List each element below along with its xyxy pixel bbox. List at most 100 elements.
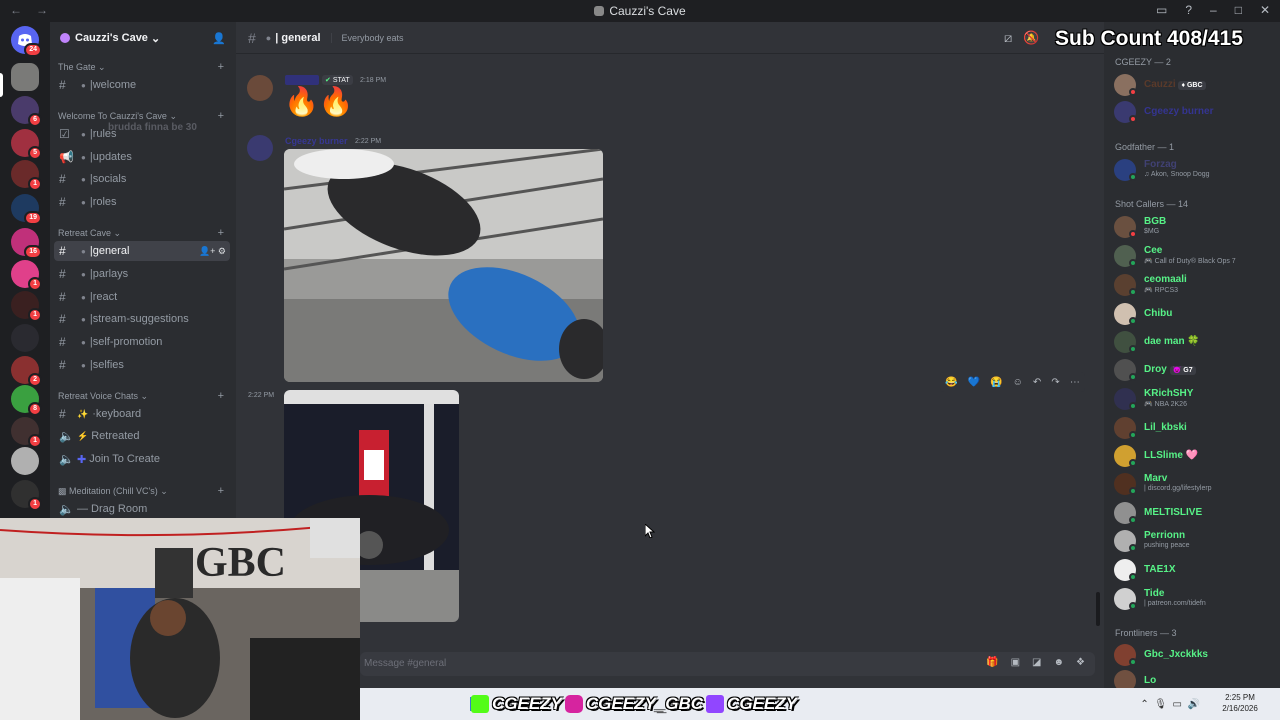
category-meditation[interactable]: ▩ Meditation (Chill VC's) ⌄ + — [58, 485, 228, 497]
server-icon-14[interactable]: 1 — [11, 480, 42, 511]
add-channel-icon[interactable]: + — [218, 485, 224, 497]
channel-roles[interactable]: # ● | roles — [54, 192, 230, 212]
add-reaction-icon[interactable]: ☺ — [1013, 377, 1023, 388]
apps-icon[interactable]: ❖ — [1076, 657, 1085, 668]
reaction-sob[interactable]: 😭 — [990, 377, 1002, 388]
server-icon-12[interactable]: 1 — [11, 417, 42, 448]
server-icon-11[interactable]: 8 — [11, 385, 42, 416]
member-lo[interactable]: Lo — [1114, 668, 1274, 688]
add-channel-icon[interactable]: + — [218, 110, 224, 122]
server-icon-5[interactable]: 19 — [11, 194, 42, 225]
channel-updates[interactable]: 📢 ● | updates — [54, 147, 230, 167]
server-icon-3[interactable]: 5 — [11, 129, 42, 160]
member-perrionn[interactable]: Perrionn pushing peace — [1114, 528, 1274, 554]
social-handles-overlay: CGEEZY CGEEZY_GBC CGEEZY — [468, 692, 797, 716]
member-dae-man[interactable]: dae man 🍀 — [1114, 329, 1274, 355]
microphone-icon[interactable]: 🎙 — [1154, 699, 1167, 710]
channel-drag-room[interactable]: 🔈 — Drag Room — [54, 499, 230, 519]
category-welcome[interactable]: Welcome To Cauzzi's Cave ⌄ + — [58, 110, 228, 122]
server-header[interactable]: Cauzzi's Cave ⌄ 👤 — [50, 22, 236, 54]
member-cee[interactable]: Cee 🎮 Call of Duty® Black Ops 7 — [1114, 243, 1274, 269]
more-icon[interactable]: ⋯ — [1070, 377, 1080, 388]
maximize-button[interactable]: □ — [1235, 3, 1242, 17]
minimize-button[interactable]: – — [1210, 3, 1217, 17]
channel-parlays[interactable]: # ● | parlays — [54, 264, 230, 284]
close-button[interactable]: ✕ — [1260, 3, 1270, 17]
member-krichshy[interactable]: KRichSHY 🎮 NBA 2K26 — [1114, 386, 1274, 412]
gift-icon[interactable]: 🎁 — [986, 657, 998, 668]
channel-welcome[interactable]: # ● | welcome — [54, 75, 230, 95]
member-name: Cauzzi ♦ GBC — [1144, 79, 1206, 90]
server-icon-4[interactable]: 1 — [11, 160, 42, 191]
car-photo-garage[interactable] — [284, 149, 603, 382]
member-cgeezy-burner[interactable]: Cgeezy burner — [1114, 99, 1274, 125]
reply-icon[interactable]: ↶ — [1033, 377, 1041, 388]
clock[interactable]: 2:25 PM 2/16/2026 — [1210, 692, 1270, 714]
server-icon-13[interactable] — [11, 447, 39, 475]
member-llslime[interactable]: LLSlime 🩷 — [1114, 443, 1274, 469]
member-meltislive[interactable]: MELTISLIVE — [1114, 500, 1274, 526]
add-channel-icon[interactable]: + — [218, 227, 224, 239]
server-icon-2[interactable]: 6 — [11, 96, 42, 127]
add-channel-icon[interactable]: + — [218, 61, 224, 73]
member-gbc-jxckkks[interactable]: Gbc_Jxckkks — [1114, 642, 1274, 668]
avatar[interactable] — [247, 135, 273, 161]
inbox-icon[interactable]: ▭ — [1156, 3, 1167, 17]
member-marv[interactable]: Marv | discord.gg/lifestylerp — [1114, 471, 1274, 497]
avatar[interactable] — [247, 75, 273, 101]
server-icon-9[interactable] — [11, 324, 39, 352]
channel-selfies[interactable]: # ● | selfies — [54, 355, 230, 375]
threads-icon[interactable]: ⧄ — [1004, 30, 1012, 45]
server-icon-10[interactable]: 2 — [11, 356, 42, 387]
channel-stream-suggestions[interactable]: # ● | stream-suggestions — [54, 309, 230, 329]
channel-join-to-create[interactable]: 🔈 ✚ Join To Create — [54, 449, 230, 469]
member-lil-kbski[interactable]: Lil_kbski — [1114, 415, 1274, 441]
channel-react[interactable]: # ● | react — [54, 287, 230, 307]
add-member-icon[interactable]: 👤 — [212, 32, 226, 45]
server-icon-7[interactable]: 1 — [11, 260, 42, 291]
scrollbar[interactable] — [1096, 592, 1100, 626]
channel-retreated[interactable]: 🔈 ⚡ Retreated — [54, 426, 230, 446]
server-cauzzis-cave[interactable] — [11, 63, 39, 91]
clover-icon: 🍀 — [1187, 336, 1200, 347]
channel-socials[interactable]: # ● | socials — [54, 169, 230, 189]
reaction-blue-heart[interactable]: 💙 — [968, 377, 980, 388]
username-redacted[interactable] — [285, 75, 319, 85]
member-bgb[interactable]: BGB $MG — [1114, 214, 1274, 240]
chat-bubble-icon: ● — [81, 197, 86, 207]
sticker-icon[interactable]: ◪ — [1032, 657, 1041, 668]
member-ceomaali[interactable]: ceomaali 🎮 RPCS3 — [1114, 272, 1274, 298]
megaphone-icon: 📢 — [59, 150, 74, 164]
category-retreat-voice[interactable]: Retreat Voice Chats ⌄ + — [58, 390, 228, 402]
forward-icon[interactable]: ↷ — [1051, 377, 1059, 388]
member-tae1x[interactable]: TAE1X — [1114, 557, 1274, 583]
channel-self-promotion[interactable]: # ● | self-promotion — [54, 332, 230, 352]
member-tide[interactable]: Tide | patreon.com/tidefn — [1114, 586, 1274, 612]
mute-bell-icon[interactable]: 🔕 — [1023, 30, 1039, 45]
chevron-up-icon[interactable]: ⌃ — [1140, 699, 1148, 710]
server-icon-8[interactable]: 1 — [11, 291, 42, 322]
category-the-gate[interactable]: The Gate ⌄ + — [58, 61, 228, 73]
member-status-text: NBA 2K26 — [1154, 401, 1187, 408]
member-cauzzi[interactable]: Cauzzi ♦ GBC — [1114, 72, 1274, 98]
channel-settings-icons[interactable]: 👤+ ⚙ — [199, 246, 226, 257]
channel-general[interactable]: # ● | general 👤+ ⚙ — [54, 241, 230, 261]
reaction-joy[interactable]: 😂 — [945, 377, 957, 388]
help-icon[interactable]: ? — [1185, 3, 1192, 17]
message-username[interactable]: Cgeezy burner — [285, 136, 348, 146]
server-icon-6[interactable]: 16 — [11, 228, 42, 259]
member-droy[interactable]: Droy 😈 G7 — [1114, 357, 1274, 383]
member-forzag[interactable]: Forzag ♫ Akon, Snoop Dogg — [1114, 157, 1274, 183]
member-chibu[interactable]: Chibu — [1114, 301, 1274, 327]
channel-keyboard[interactable]: # ✨ · keyboard — [54, 404, 230, 424]
home-dm-button[interactable]: 24 — [11, 26, 42, 57]
monitor-icon[interactable]: ▭ — [1173, 699, 1182, 710]
category-retreat-cave[interactable]: Retreat Cave ⌄ + — [58, 227, 228, 239]
message-input[interactable]: Message #general 🎁 ▣ ◪ ☻ ❖ — [360, 652, 1095, 676]
category-label: Retreat Voice Chats — [58, 391, 139, 401]
add-channel-icon[interactable]: + — [218, 390, 224, 402]
channel-title-text: general — [281, 31, 321, 44]
volume-icon[interactable]: 🔊 — [1188, 699, 1200, 710]
emoji-icon[interactable]: ☻ — [1054, 657, 1065, 668]
gif-icon[interactable]: ▣ — [1011, 657, 1020, 668]
